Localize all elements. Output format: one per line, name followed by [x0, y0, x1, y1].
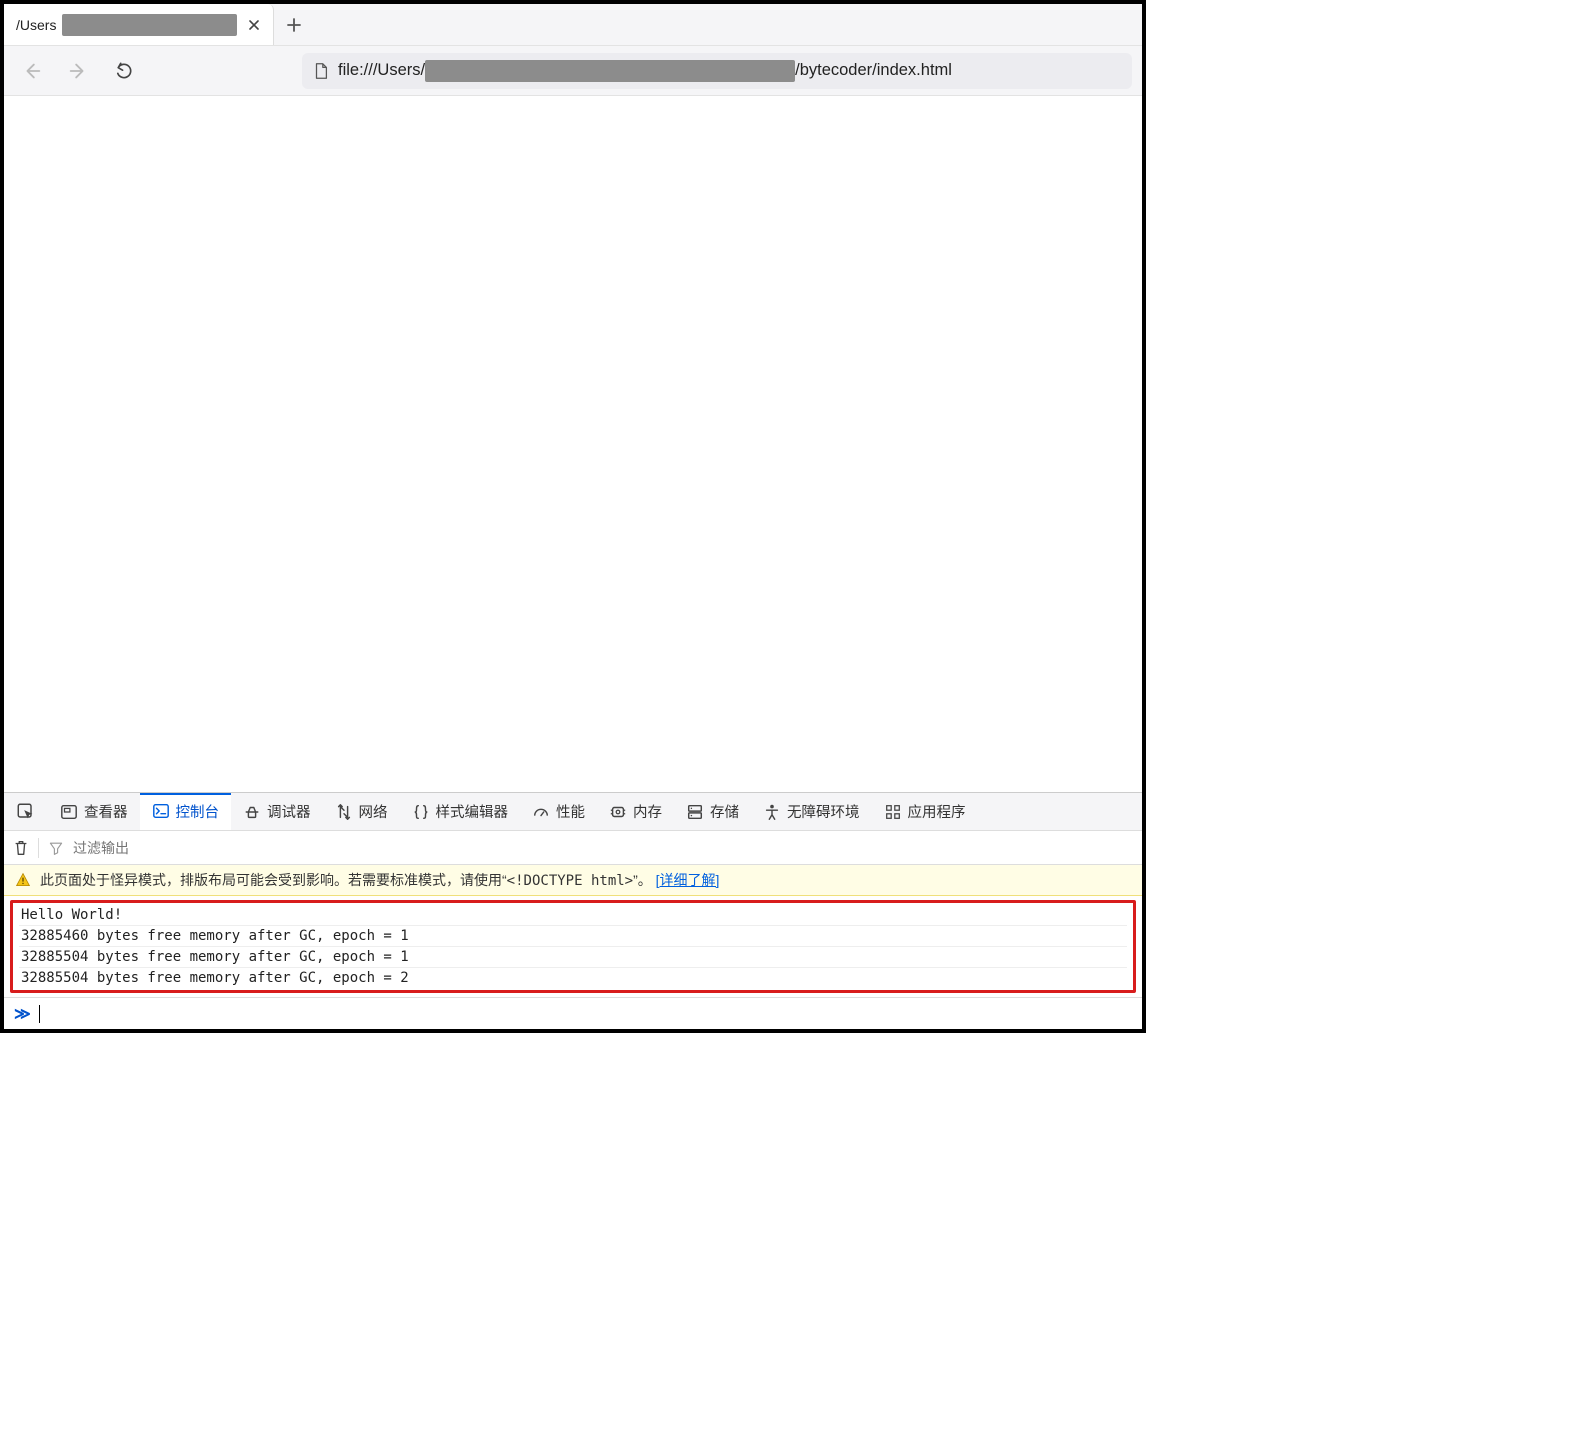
console-filter-row	[4, 831, 1142, 865]
warning-text: 此页面处于怪异模式，排版布局可能会受到影响。若需要标准模式，请使用“<!DOCT…	[40, 870, 719, 890]
log-highlight-box: Hello World! 32885460 bytes free memory …	[10, 900, 1136, 993]
memory-icon	[609, 803, 627, 821]
tab-accessibility[interactable]: 无障碍环境	[751, 793, 872, 830]
tab-perf-label: 性能	[556, 801, 585, 822]
warning-doctype: <!DOCTYPE html>	[507, 873, 633, 889]
devtools-tabs: 查看器 控制台 调试器 网络 样式编辑器 性能	[4, 793, 1142, 831]
url-suffix: /bytecoder/index.html	[795, 61, 952, 80]
filter-input[interactable]	[73, 840, 1134, 856]
tab-console-label: 控制台	[176, 801, 220, 822]
url-prefix: file:///Users/	[338, 61, 425, 80]
network-icon	[335, 803, 353, 821]
tab-strip: /Users	[4, 4, 1142, 46]
tab-debugger[interactable]: 调试器	[231, 793, 323, 830]
url-text: file:///Users/ /bytecoder/index.html	[338, 60, 952, 82]
tab-inspector[interactable]: 查看器	[48, 793, 140, 830]
tab-memory-label: 内存	[633, 801, 662, 822]
url-bar[interactable]: file:///Users/ /bytecoder/index.html	[302, 53, 1132, 89]
tab-style-editor[interactable]: 样式编辑器	[400, 793, 521, 830]
performance-icon	[532, 803, 550, 821]
tab-application[interactable]: 应用程序	[872, 793, 978, 830]
console-prompt[interactable]: ≫	[4, 997, 1142, 1029]
nav-toolbar: file:///Users/ /bytecoder/index.html	[4, 46, 1142, 96]
tab-performance[interactable]: 性能	[520, 793, 597, 830]
application-icon	[884, 803, 902, 821]
tab-network[interactable]: 网络	[323, 793, 400, 830]
tab-style-label: 样式编辑器	[436, 801, 509, 822]
tab-title-prefix: /Users	[16, 17, 56, 33]
log-line: 32885460 bytes free memory after GC, epo…	[19, 926, 1127, 947]
log-line: 32885504 bytes free memory after GC, epo…	[19, 968, 1127, 988]
accessibility-icon	[763, 803, 781, 821]
console-log-area: Hello World! 32885460 bytes free memory …	[4, 896, 1142, 997]
reload-icon	[114, 61, 134, 81]
tab-apps-label: 应用程序	[908, 801, 966, 822]
new-tab-button[interactable]	[274, 4, 314, 45]
tab-title-redacted	[62, 14, 237, 36]
tab-console[interactable]: 控制台	[140, 793, 232, 830]
tab-a11y-label: 无障碍环境	[787, 801, 860, 822]
arrow-right-icon	[67, 60, 89, 82]
tab-storage[interactable]: 存储	[674, 793, 751, 830]
debugger-icon	[243, 803, 261, 821]
devtools-panel: 查看器 控制台 调试器 网络 样式编辑器 性能	[4, 792, 1142, 1029]
forward-button[interactable]	[60, 53, 96, 89]
browser-window: /Users file:///Users/ /byte	[0, 0, 1146, 1033]
reload-button[interactable]	[106, 53, 142, 89]
log-line: 32885504 bytes free memory after GC, epo…	[19, 947, 1127, 968]
prompt-chevron-icon: ≫	[14, 1004, 31, 1023]
pick-element-button[interactable]	[4, 793, 48, 830]
clear-console-button[interactable]	[12, 839, 30, 857]
tab-debugger-label: 调试器	[267, 801, 311, 822]
learn-more-link[interactable]: [详细了解]	[656, 872, 720, 888]
arrow-left-icon	[21, 60, 43, 82]
text-caret	[39, 1005, 40, 1023]
url-redacted	[425, 60, 795, 82]
cursor-box-icon	[16, 802, 36, 822]
inspector-icon	[60, 803, 78, 821]
tab-storage-label: 存储	[710, 801, 739, 822]
warning-text-a: 此页面处于怪异模式，排版布局可能会受到影响。若需要标准模式，请使用“	[40, 872, 507, 888]
page-content	[4, 96, 1142, 792]
warning-icon	[14, 871, 32, 889]
trash-icon	[12, 839, 30, 857]
tab-memory[interactable]: 内存	[597, 793, 674, 830]
page-icon	[312, 62, 330, 80]
storage-icon	[686, 803, 704, 821]
quirks-mode-warning: 此页面处于怪异模式，排版布局可能会受到影响。若需要标准模式，请使用“<!DOCT…	[4, 865, 1142, 896]
log-line: Hello World!	[19, 905, 1127, 926]
separator	[38, 838, 39, 858]
tab-inspector-label: 查看器	[84, 801, 128, 822]
console-icon	[152, 802, 170, 820]
tab-network-label: 网络	[359, 801, 388, 822]
browser-tab[interactable]: /Users	[4, 4, 274, 45]
style-icon	[412, 803, 430, 821]
close-tab-button[interactable]	[243, 18, 265, 32]
plus-icon	[286, 17, 302, 33]
back-button[interactable]	[14, 53, 50, 89]
filter-icon	[47, 839, 65, 857]
warning-text-b: ”。	[633, 872, 656, 888]
close-icon	[247, 18, 261, 32]
